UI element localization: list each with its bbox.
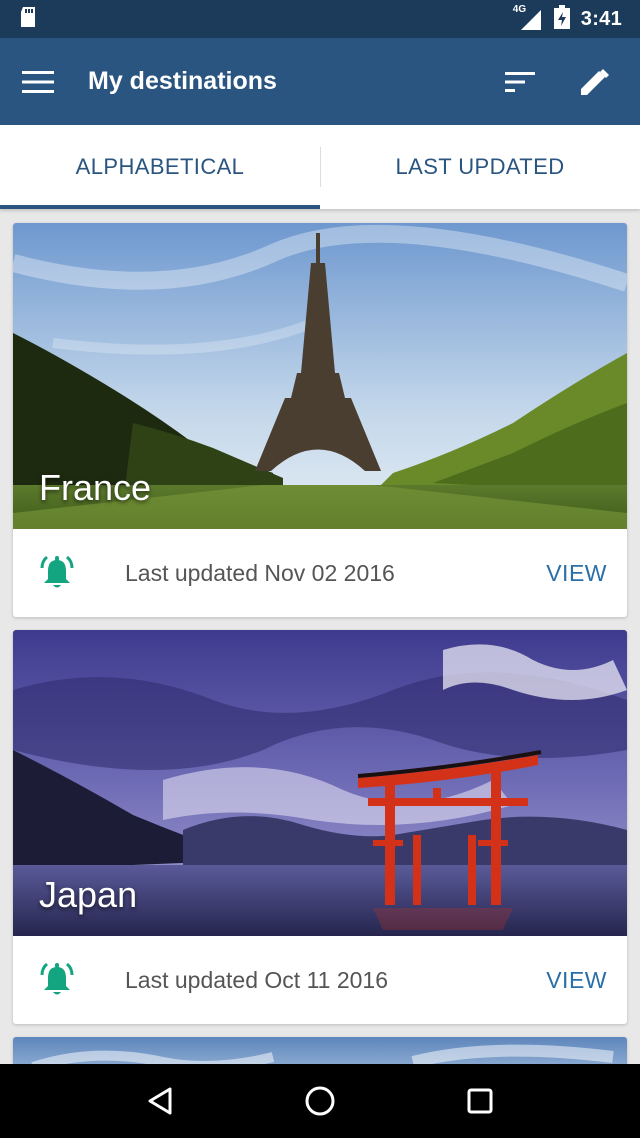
- sd-card-icon: [18, 6, 38, 33]
- destination-title: France: [39, 467, 152, 508]
- card-footer: Last updated Nov 02 2016 VIEW: [13, 529, 627, 617]
- app-bar: My destinations: [0, 38, 640, 125]
- back-icon[interactable]: [130, 1071, 190, 1131]
- tab-label: LAST UPDATED: [395, 154, 565, 179]
- bell-icon[interactable]: [37, 960, 77, 1000]
- edit-icon[interactable]: [570, 58, 618, 106]
- status-bar: 4G 3:41: [0, 0, 640, 38]
- status-left: [18, 6, 38, 33]
- destination-image-japan[interactable]: Japan: [13, 630, 627, 936]
- view-button[interactable]: VIEW: [546, 560, 607, 587]
- sort-icon[interactable]: [496, 58, 544, 106]
- tab-label: ALPHABETICAL: [75, 154, 245, 179]
- tab-last-updated[interactable]: LAST UPDATED: [320, 125, 640, 209]
- recents-icon[interactable]: [450, 1071, 510, 1131]
- destination-image-france[interactable]: France: [13, 223, 627, 529]
- menu-icon[interactable]: [22, 70, 54, 94]
- signal-icon: 4G: [513, 4, 543, 32]
- screen: 4G 3:41 My destinations ALPHABETICAL LAS…: [0, 0, 640, 1138]
- status-time: 3:41: [580, 7, 622, 30]
- home-icon[interactable]: [290, 1071, 350, 1131]
- tab-bar: ALPHABETICAL LAST UPDATED: [0, 125, 640, 209]
- battery-icon: [553, 4, 571, 35]
- destination-card-japan[interactable]: Japan Last updated Oct 11 2016 VIEW: [13, 630, 627, 1024]
- destination-title: Japan: [39, 874, 138, 915]
- status-right: 4G 3:41: [513, 4, 622, 35]
- destination-card-france[interactable]: France Last updated Nov 02 2016 VIEW: [13, 223, 627, 617]
- bell-icon[interactable]: [37, 553, 77, 593]
- view-button[interactable]: VIEW: [546, 967, 607, 994]
- card-footer: Last updated Oct 11 2016 VIEW: [13, 936, 627, 1024]
- tab-alphabetical[interactable]: ALPHABETICAL: [0, 125, 320, 209]
- system-nav-bar: [0, 1064, 640, 1138]
- last-updated-text: Last updated Nov 02 2016: [125, 559, 395, 586]
- last-updated-text: Last updated Oct 11 2016: [125, 966, 388, 993]
- page-title: My destinations: [88, 67, 277, 95]
